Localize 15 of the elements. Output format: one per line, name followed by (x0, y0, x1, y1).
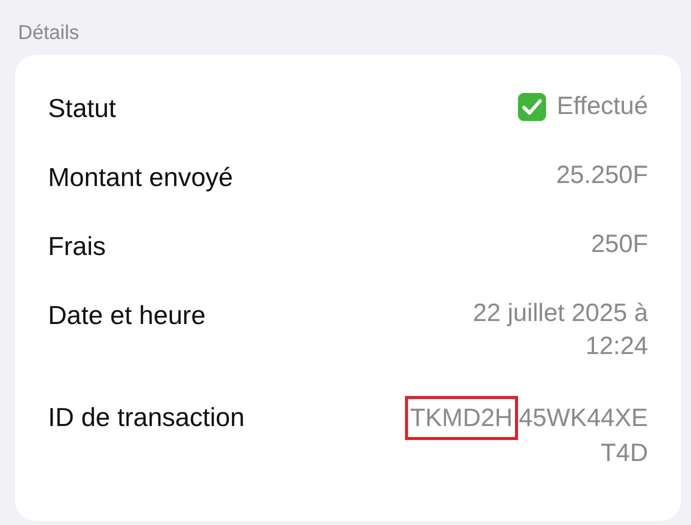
row-label: Montant envoyé (48, 162, 234, 193)
row-value: 25.250F (556, 160, 648, 191)
row-value: Effectué (556, 91, 648, 122)
highlighted-value: TKMD2H (404, 396, 518, 440)
row-label: Statut (48, 93, 116, 124)
section-title: Détails (17, 22, 80, 45)
row-value: 45WK44XE (518, 402, 648, 434)
row-label: ID de transaction (48, 402, 245, 433)
row-value: T4D (600, 438, 648, 469)
check-icon (516, 92, 547, 122)
row-value: 22 juillet 2025 à (472, 298, 648, 329)
row-label: Frais (48, 231, 106, 262)
row-value: 12:24 (585, 331, 648, 362)
row-value: 250F (591, 229, 648, 260)
row-label: Date et heure (48, 300, 206, 331)
